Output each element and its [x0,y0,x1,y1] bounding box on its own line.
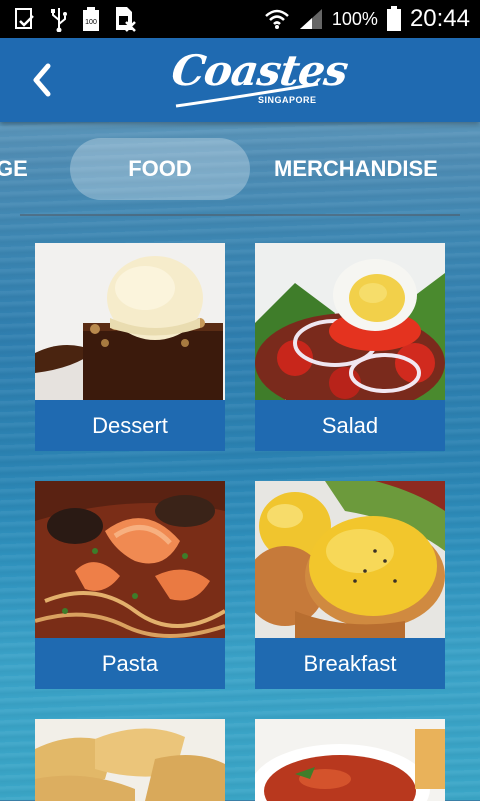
menu-tile-label: Breakfast [255,638,445,689]
tabs-divider [20,214,460,216]
battery-percent: 100% [331,8,378,29]
back-button[interactable] [26,60,60,100]
menu-tile-breakfast[interactable]: Breakfast [255,481,445,689]
breakfast-photo-icon [255,481,445,638]
usb-icon [50,6,68,32]
dessert-photo-icon [35,243,225,400]
tab-food[interactable]: FOOD [70,156,250,182]
menu-tile-label: Dessert [35,400,225,451]
status-bar: 100 100% 20:44 [0,0,480,38]
battery-icon [386,6,402,32]
chips-photo-icon [35,719,225,801]
soup-photo-icon [255,719,445,801]
clock: 20:44 [409,5,470,32]
logo-text: Coastes [168,46,351,95]
menu-tile-label: Pasta [35,638,225,689]
tab-previous[interactable]: GE [0,156,28,182]
pasta-photo-icon [35,481,225,638]
battery-small-label: 100 [85,19,97,26]
tab-merchandise[interactable]: MERCHANDISE [274,156,438,182]
menu-tile-salad[interactable]: Salad [255,243,445,451]
menu-tile-dessert[interactable]: Dessert [35,243,225,451]
back-arrow-icon [33,63,51,97]
brand-logo: Coastes SINGAPORE [169,46,351,116]
signal-icon [298,7,324,31]
battery-full-icon: 100 [82,6,100,32]
menu-tile-partial-left[interactable] [35,719,225,801]
menu-tile-partial-right[interactable] [255,719,445,801]
notification-doc-icon [14,7,36,31]
app-header: Coastes SINGAPORE [0,38,480,122]
menu-tile-label: Salad [255,400,445,451]
logo-subtext: SINGAPORE [258,95,317,105]
wifi-icon [264,8,290,30]
no-sim-icon [114,6,136,32]
category-tabs: GE FOOD MERCHANDISE [0,138,480,202]
menu-tile-pasta[interactable]: Pasta [35,481,225,689]
salad-photo-icon [255,243,445,400]
